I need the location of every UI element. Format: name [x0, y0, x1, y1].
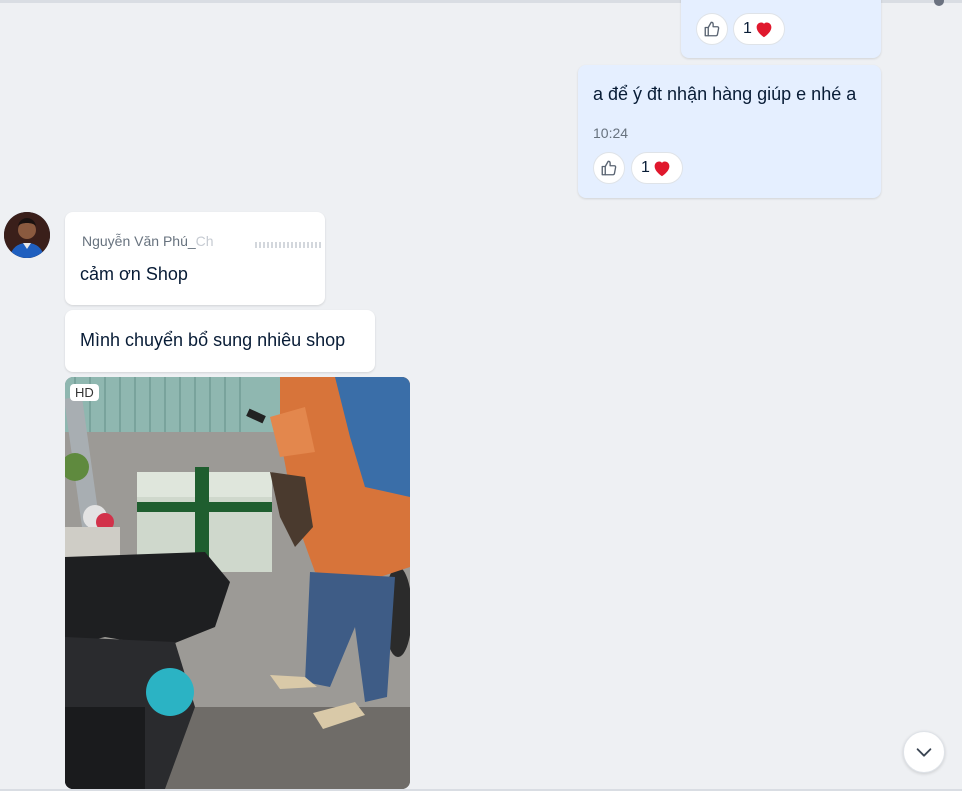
avatar-image — [4, 212, 50, 258]
hd-badge: HD — [70, 384, 99, 401]
reaction-count: 1 — [743, 20, 752, 37]
chevron-down-icon — [916, 748, 932, 757]
message-text: Mình chuyển bổ sung nhiêu shop — [80, 330, 346, 350]
outgoing-message-top[interactable]: 1 — [681, 0, 881, 58]
message-text: a để ý đt nhận hàng giúp e nhé a — [593, 84, 857, 104]
heart-icon — [756, 22, 772, 38]
like-reaction-button[interactable] — [593, 152, 625, 184]
sender-name: Nguyễn Văn Phú_Ch — [82, 233, 214, 249]
incoming-message[interactable]: Nguyễn Văn Phú_Ch cảm ơn Shop — [65, 212, 325, 305]
reaction-count-badge[interactable]: 1 — [631, 152, 683, 184]
reaction-count-badge[interactable]: 1 — [733, 13, 785, 45]
thumbs-up-icon — [601, 160, 617, 176]
outgoing-message[interactable]: a để ý đt nhận hàng giúp e nhé a 10:24 1 — [578, 65, 881, 198]
sender-avatar[interactable] — [4, 212, 50, 258]
incoming-photo[interactable]: HD — [65, 377, 410, 789]
scroll-to-bottom-button[interactable] — [903, 731, 945, 773]
top-scroll-indicator — [934, 0, 944, 6]
photo-image — [65, 377, 410, 789]
redacted-name-part — [255, 242, 323, 248]
message-time: 10:24 — [593, 125, 629, 141]
sender-name-suffix: Ch — [195, 233, 214, 249]
like-reaction-button[interactable] — [696, 13, 728, 45]
sender-name-text: Nguyễn Văn Phú_ — [82, 233, 196, 249]
incoming-message[interactable]: Mình chuyển bổ sung nhiêu shop — [65, 310, 375, 372]
message-text: cảm ơn Shop — [80, 264, 188, 284]
heart-icon — [654, 161, 670, 177]
reaction-count: 1 — [641, 159, 650, 176]
thumbs-up-icon — [704, 21, 720, 37]
